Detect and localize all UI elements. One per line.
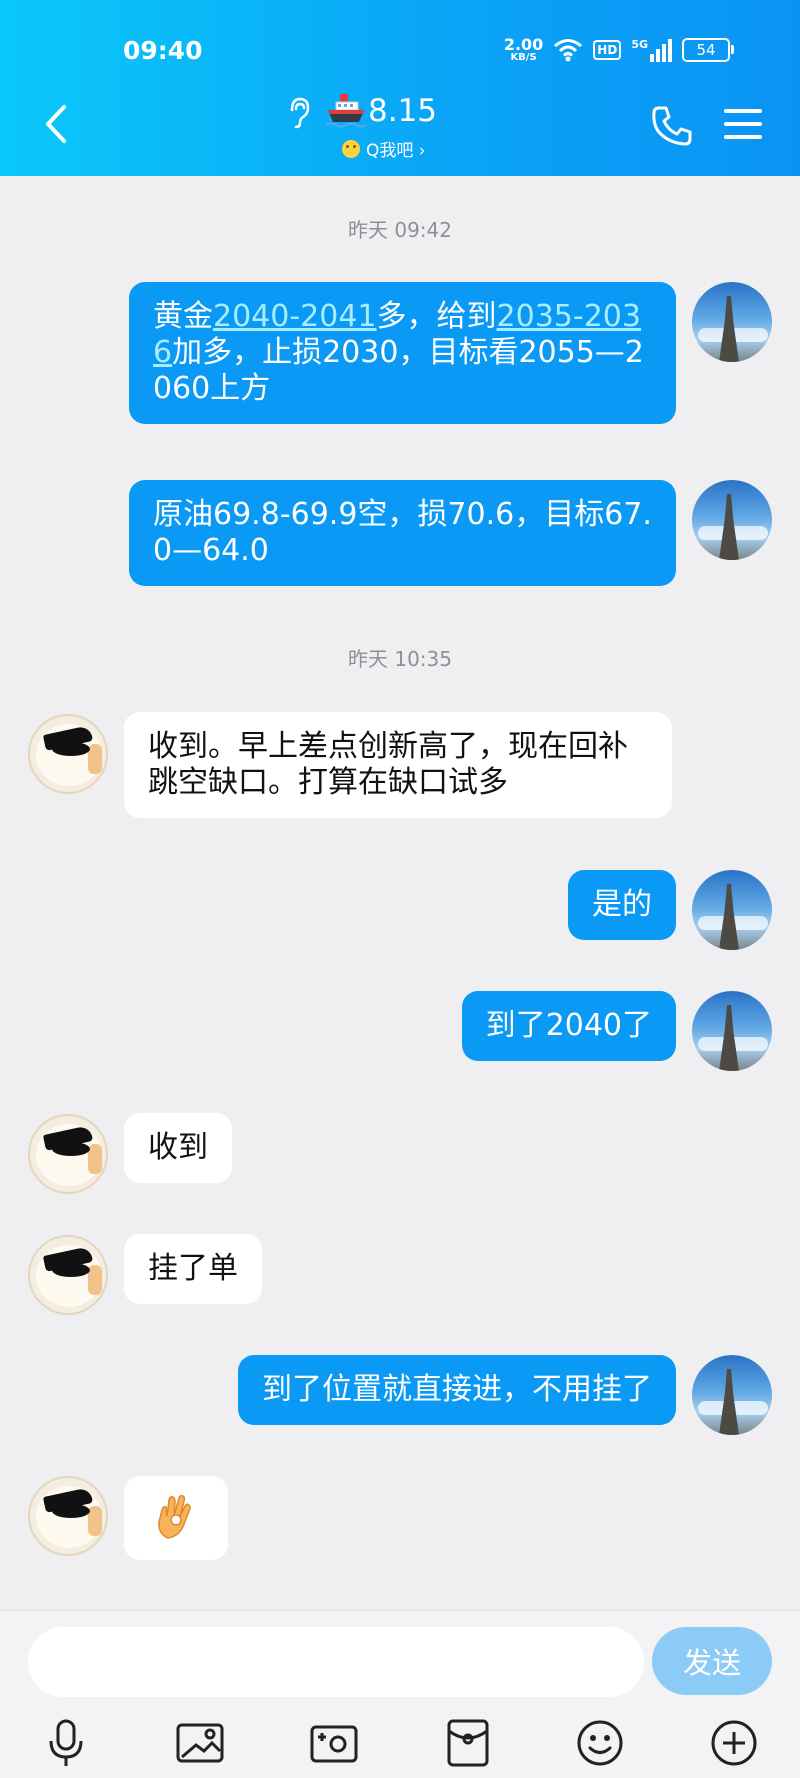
avatar-cheek — [88, 1144, 102, 1174]
chat-subtitle-text: Q我吧 › — [366, 141, 426, 161]
avatar-cheek — [88, 744, 102, 774]
message-bubble-received[interactable] — [124, 1476, 228, 1560]
message-bubble-received[interactable]: 收到。早上差点创新高了，现在回补跳空缺口。打算在缺口试多 — [124, 712, 672, 818]
timestamp: 昨天 10:35 — [348, 647, 452, 671]
message-text: 黄金 — [153, 299, 213, 334]
input-area: 发送 — [0, 1610, 800, 1778]
contact-avatar[interactable] — [28, 1114, 108, 1194]
signal-bar — [650, 54, 654, 62]
signal-bar — [662, 44, 666, 62]
my-avatar[interactable] — [692, 1355, 772, 1435]
timestamp: 昨天 09:42 — [348, 218, 452, 242]
message-text: 是的 — [592, 887, 652, 922]
chat-title[interactable]: 8.15 Q我吧 › — [280, 92, 520, 162]
signal-indicator: 5G — [631, 38, 672, 62]
chat-title-text: 8.15 — [368, 93, 438, 129]
message-text: 到了2040了 — [485, 1008, 652, 1043]
microphone-icon[interactable] — [40, 1717, 92, 1769]
signal-label: 5G — [631, 38, 648, 51]
my-avatar[interactable] — [692, 480, 772, 560]
message-bubble-sent[interactable]: 黄金2040-2041多，给到2035-2036加多，止损2030，目标看205… — [129, 282, 676, 424]
ok-hand-emoji — [158, 1495, 191, 1539]
message-text: 原油69.8-69.9空，损70.6，目标67.0—64.0 — [153, 497, 652, 568]
ship-emoji-icon — [326, 94, 366, 128]
back-button[interactable] — [38, 104, 74, 144]
avatar-hat-brim — [52, 1504, 90, 1518]
network-speed-unit: KB/S — [510, 52, 537, 63]
message-bubble-received[interactable]: 挂了单 — [124, 1234, 262, 1304]
plus-icon[interactable] — [708, 1717, 760, 1769]
wifi-icon — [554, 39, 583, 62]
hd-badge: HD — [593, 40, 622, 60]
input-toolbar — [0, 1713, 800, 1773]
camera-icon[interactable] — [308, 1717, 360, 1769]
message-text: 收到。早上差点创新高了，现在回补跳空缺口。打算在缺口试多 — [148, 729, 628, 800]
message-text: 收到 — [148, 1130, 208, 1165]
image-icon[interactable] — [174, 1717, 226, 1769]
avatar-hat-brim — [52, 1142, 90, 1156]
message-bubble-sent[interactable]: 到了2040了 — [461, 991, 676, 1061]
contact-avatar[interactable] — [28, 1235, 108, 1315]
contact-avatar[interactable] — [28, 714, 108, 794]
avatar-hat-brim — [52, 1263, 90, 1277]
message-text: 多，给到 — [376, 299, 497, 334]
avatar-cheek — [88, 1265, 102, 1295]
message-bubble-sent[interactable]: 是的 — [568, 870, 676, 940]
message-text: 到了位置就直接进，不用挂了 — [262, 1372, 652, 1407]
avatar-hat-brim — [52, 742, 90, 756]
message-bubble-sent[interactable]: 原油69.8-69.9空，损70.6，目标67.0—64.0 — [129, 480, 676, 586]
message-input[interactable] — [28, 1627, 644, 1697]
emoji-icon[interactable] — [574, 1717, 626, 1769]
signal-bar — [668, 39, 672, 62]
message-text: 加多，止损2030，目标看2055—2060上方 — [153, 335, 644, 406]
status-icons: 2.00 KB/S HD 5G 54 — [504, 30, 734, 70]
battery-indicator: 54 — [682, 38, 734, 62]
price-link[interactable]: 2040-2041 — [213, 299, 377, 334]
message-text: 挂了单 — [148, 1251, 238, 1286]
chat-subtitle[interactable]: Q我吧 › — [342, 136, 426, 161]
smiley-icon — [342, 139, 360, 158]
red-packet-icon[interactable] — [442, 1717, 494, 1769]
ear-icon — [290, 97, 310, 129]
contact-avatar[interactable] — [28, 1476, 108, 1556]
network-speed: 2.00 KB/S — [504, 37, 543, 63]
my-avatar[interactable] — [692, 870, 772, 950]
phone-call-button[interactable] — [650, 104, 694, 148]
status-time: 09:40 — [123, 36, 203, 65]
network-speed-value: 2.00 — [503, 35, 544, 54]
avatar-cheek — [88, 1506, 102, 1536]
chat-header: 09:40 2.00 KB/S HD 5G 54 8.15 Q我吧 › — [0, 0, 800, 176]
message-bubble-received[interactable]: 收到 — [124, 1113, 232, 1183]
signal-bar — [656, 49, 660, 62]
message-bubble-sent[interactable]: 到了位置就直接进，不用挂了 — [238, 1355, 676, 1425]
send-button[interactable]: 发送 — [652, 1627, 772, 1695]
my-avatar[interactable] — [692, 991, 772, 1071]
my-avatar[interactable] — [692, 282, 772, 362]
battery-level: 54 — [696, 41, 716, 59]
menu-button[interactable] — [724, 106, 762, 142]
